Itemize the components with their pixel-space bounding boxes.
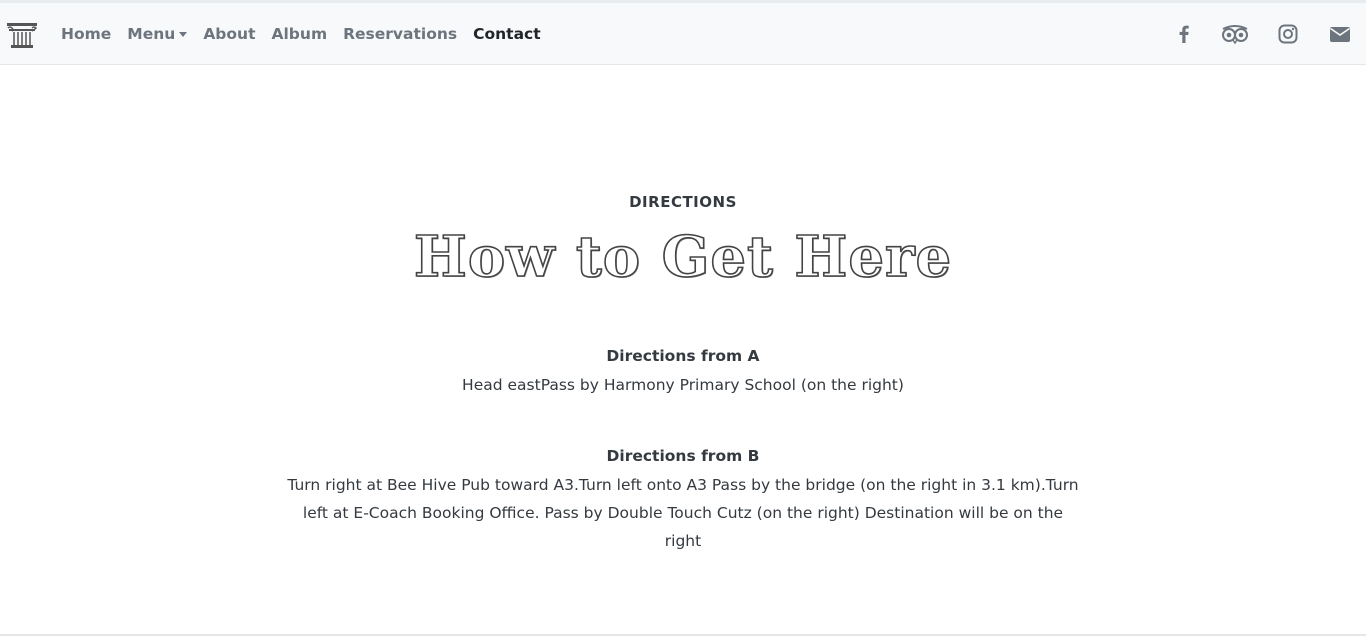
instagram-link[interactable] <box>1276 22 1300 46</box>
nav-menu-dropdown[interactable]: Menu <box>119 25 195 43</box>
nav-home[interactable]: Home <box>53 25 119 43</box>
tripadvisor-link[interactable] <box>1221 22 1249 46</box>
tripadvisor-icon <box>1222 25 1248 45</box>
instagram-icon <box>1278 24 1298 44</box>
section-eyebrow: DIRECTIONS <box>629 193 737 211</box>
directions-section: DIRECTIONS How to Get Here Directions fr… <box>0 66 1366 634</box>
caret-down-icon <box>179 31 188 37</box>
directions-a-text: Head eastPass by Harmony Primary School … <box>462 376 904 394</box>
column-logo-icon <box>7 23 38 48</box>
directions-b-text: Turn right at Bee Hive Pub toward A3.Tur… <box>287 476 1079 550</box>
envelope-icon <box>1330 27 1350 42</box>
nav-menu-label: Menu <box>127 25 176 43</box>
nav-reservations[interactable]: Reservations <box>335 25 465 43</box>
navbar: Home Menu About Album Reservations Conta… <box>0 3 1366 65</box>
facebook-link[interactable] <box>1172 22 1196 46</box>
directions-a-title: Directions from A <box>606 347 760 365</box>
section-heading: How to Get Here <box>413 223 953 291</box>
nav-about[interactable]: About <box>195 25 263 43</box>
email-link[interactable] <box>1328 22 1352 46</box>
nav-album[interactable]: Album <box>264 25 336 43</box>
brand-logo[interactable] <box>6 21 38 49</box>
directions-b-title: Directions from B <box>606 447 760 465</box>
nav-contact[interactable]: Contact <box>465 25 549 43</box>
facebook-icon <box>1179 25 1189 43</box>
nav-links: Home Menu About Album Reservations Conta… <box>53 3 549 65</box>
